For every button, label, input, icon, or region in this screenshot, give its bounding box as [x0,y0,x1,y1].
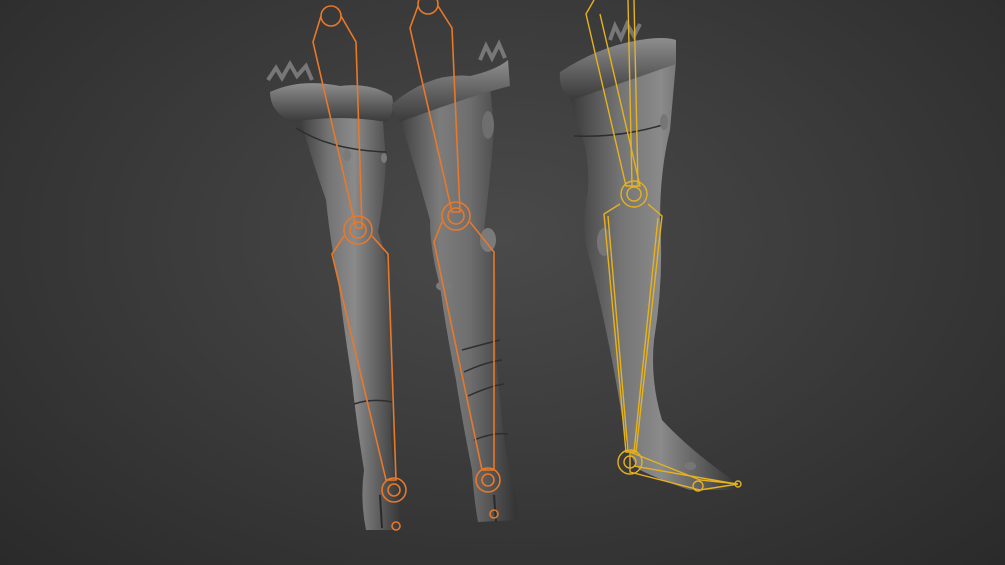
scene-canvas[interactable] [0,0,1005,565]
3d-viewport[interactable] [0,0,1005,565]
leg-mesh-right-side-view[interactable] [559,19,736,490]
hip-joint-icon[interactable] [417,0,439,15]
leg-mesh-middle[interactable] [392,39,518,523]
hip-joint-icon[interactable] [320,5,342,27]
